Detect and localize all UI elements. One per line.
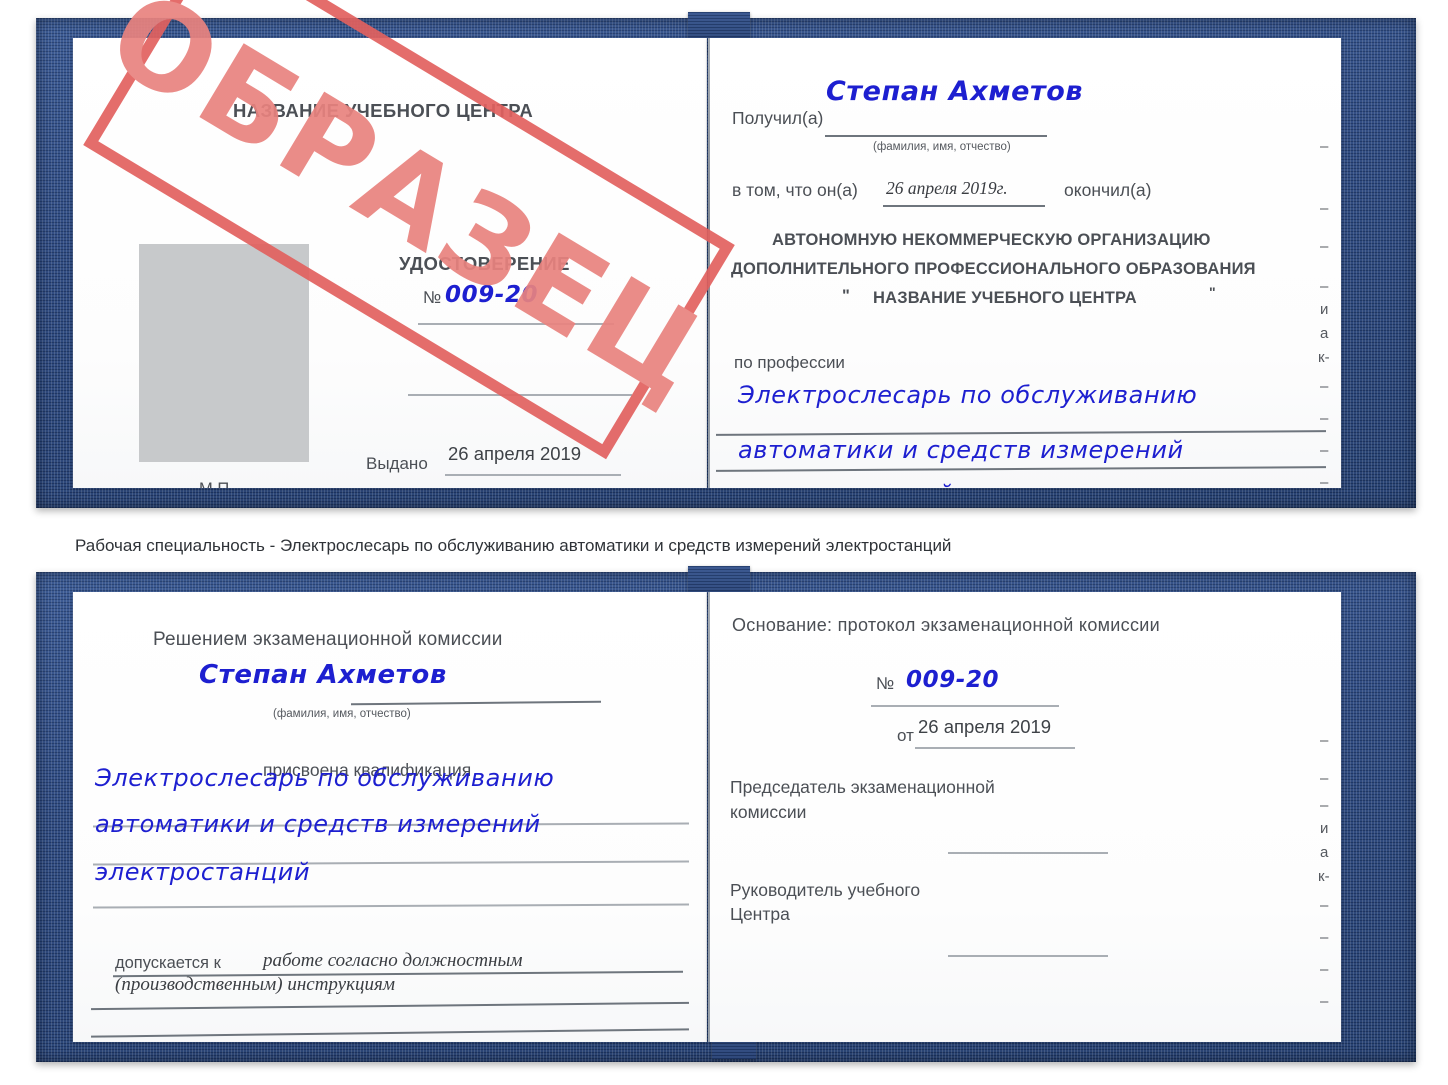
protocol-number-rule bbox=[871, 705, 1059, 707]
issued-date-rule bbox=[445, 474, 621, 476]
edge-mark: – bbox=[1320, 442, 1329, 459]
organization-quote-open: " bbox=[842, 287, 850, 305]
protocol-number-symbol: № bbox=[876, 674, 895, 693]
edge-mark: – bbox=[1320, 138, 1329, 155]
document-type-label: УДОСТОВЕРЕНИЕ bbox=[399, 253, 570, 274]
director-title-line-1: Руководитель учебного bbox=[730, 880, 921, 900]
admitted-label: допускается к bbox=[115, 954, 221, 972]
completion-date-rule bbox=[883, 205, 1045, 207]
edge-mark: и bbox=[1320, 301, 1329, 318]
edge-mark: – bbox=[1320, 410, 1329, 427]
finished-label: окончил(а) bbox=[1064, 180, 1152, 200]
edge-mark: к- bbox=[1318, 868, 1330, 885]
decision-label: Решением экзаменационной комиссии bbox=[153, 629, 503, 650]
admitted-line-2: (производственным) инструкциям bbox=[115, 974, 395, 995]
qualification-line-3: электростанций bbox=[95, 858, 311, 886]
training-center-name-top: НАЗВАНИЕ УЧЕБНОГО ЦЕНТРА bbox=[233, 100, 534, 121]
director-title-line-2: Центра bbox=[730, 904, 790, 924]
that-he-she-label: в том, что он(а) bbox=[732, 180, 858, 200]
issued-date-value: 26 апреля 2019 bbox=[448, 443, 582, 464]
organization-line-3: НАЗВАНИЕ УЧЕБНОГО ЦЕНТРА bbox=[873, 289, 1137, 307]
qualification-line-2: автоматики и средств измерений bbox=[95, 810, 541, 838]
graduate-name-value: Степан Ахметов bbox=[199, 660, 447, 690]
edge-mark: – bbox=[1320, 732, 1329, 749]
received-name-value: Степан Ахметов bbox=[826, 76, 1084, 107]
image-caption: Рабочая специальность - Электрослесарь п… bbox=[75, 536, 952, 555]
organization-line-2: ДОПОЛНИТЕЛЬНОГО ПРОФЕССИОНАЛЬНОГО ОБРАЗО… bbox=[731, 260, 1256, 278]
edge-mark: к- bbox=[1318, 349, 1330, 366]
seal-place-label: М.П. bbox=[199, 480, 234, 488]
edge-mark: а bbox=[1320, 844, 1329, 861]
edge-mark: – bbox=[1320, 200, 1329, 217]
protocol-date-label: от bbox=[897, 726, 914, 745]
fio-hint-top: (фамилия, имя, отчество) bbox=[873, 141, 1011, 153]
profession-rule-1 bbox=[716, 430, 1326, 436]
organization-line-1: АВТОНОМНУЮ НЕКОММЕРЧЕСКУЮ ОРГАНИЗАЦИЮ bbox=[772, 231, 1211, 249]
edge-mark: и bbox=[1320, 820, 1329, 837]
spine-fold-top bbox=[708, 38, 710, 488]
fio-hint-bottom: (фамилия, имя, отчество) bbox=[273, 708, 411, 720]
chairman-signature-rule bbox=[948, 852, 1108, 854]
edge-mark: – bbox=[1320, 378, 1329, 395]
completion-date-value: 26 апреля 2019г. bbox=[886, 178, 1008, 198]
edge-mark: – bbox=[1320, 278, 1329, 295]
edge-mark: – bbox=[1320, 797, 1329, 814]
page-bottom-left: Решением экзаменационной комиссии Степан… bbox=[73, 592, 707, 1042]
edge-mark: – bbox=[1320, 474, 1329, 488]
issued-label: Выдано bbox=[366, 454, 428, 473]
admitted-rule-3 bbox=[91, 1028, 689, 1038]
profession-line-1: Электрослесарь по обслуживанию bbox=[738, 381, 1198, 409]
certificate-number-symbol: № bbox=[423, 288, 442, 307]
page-bottom-right: Основание: протокол экзаменационной коми… bbox=[708, 592, 1341, 1042]
page-top-left: НАЗВАНИЕ УЧЕБНОГО ЦЕНТРА УДОСТОВЕРЕНИЕ №… bbox=[73, 38, 707, 488]
profession-line-2: автоматики и средств измерений bbox=[738, 436, 1184, 464]
basis-label: Основание: протокол экзаменационной коми… bbox=[732, 615, 1160, 635]
protocol-date-value: 26 апреля 2019 bbox=[918, 716, 1052, 737]
profession-label: по профессии bbox=[734, 353, 845, 372]
screenshot-root: НАЗВАНИЕ УЧЕБНОГО ЦЕНТРА УДОСТОВЕРЕНИЕ №… bbox=[0, 0, 1448, 1085]
photo-placeholder bbox=[139, 244, 309, 462]
admitted-rule-2 bbox=[91, 1001, 689, 1010]
received-label: Получил(а) bbox=[732, 108, 824, 128]
page-top-right: Получил(а) Степан Ахметов (фамилия, имя,… bbox=[708, 38, 1341, 488]
qualification-line-1: Электрослесарь по обслуживанию bbox=[95, 764, 555, 792]
protocol-number-value: 009-20 bbox=[906, 667, 1000, 693]
admitted-line-1: работе согласно должностным bbox=[263, 950, 523, 971]
protocol-date-rule bbox=[915, 747, 1075, 749]
chairman-title-line-1: Председатель экзаменационной bbox=[730, 777, 995, 797]
certificate-top: НАЗВАНИЕ УЧЕБНОГО ЦЕНТРА УДОСТОВЕРЕНИЕ №… bbox=[36, 12, 1416, 508]
profession-line-3: электростанций bbox=[738, 480, 953, 488]
edge-mark: – bbox=[1320, 961, 1329, 978]
edge-mark: – bbox=[1320, 238, 1329, 255]
certificate-number-value: 009-20 bbox=[445, 282, 539, 308]
edge-mark: – bbox=[1320, 770, 1329, 787]
edge-mark: – bbox=[1320, 897, 1329, 914]
edge-mark: а bbox=[1320, 325, 1329, 342]
received-name-rule bbox=[825, 135, 1047, 137]
edge-mark: – bbox=[1320, 929, 1329, 946]
certificate-number-rule bbox=[418, 323, 614, 325]
edge-mark: – bbox=[1320, 993, 1329, 1010]
chairman-title-line-2: комиссии bbox=[730, 802, 807, 822]
blank-rule-top-left bbox=[408, 394, 632, 396]
qualification-rule-3 bbox=[92, 903, 690, 909]
certificate-bottom: Решением экзаменационной комиссии Степан… bbox=[36, 566, 1416, 1062]
profession-rule-2 bbox=[716, 466, 1326, 472]
spine-fold-bottom bbox=[708, 592, 710, 1042]
director-signature-rule bbox=[948, 955, 1108, 957]
graduate-name-rule bbox=[350, 700, 602, 705]
organization-quote-close: " bbox=[1209, 284, 1216, 300]
